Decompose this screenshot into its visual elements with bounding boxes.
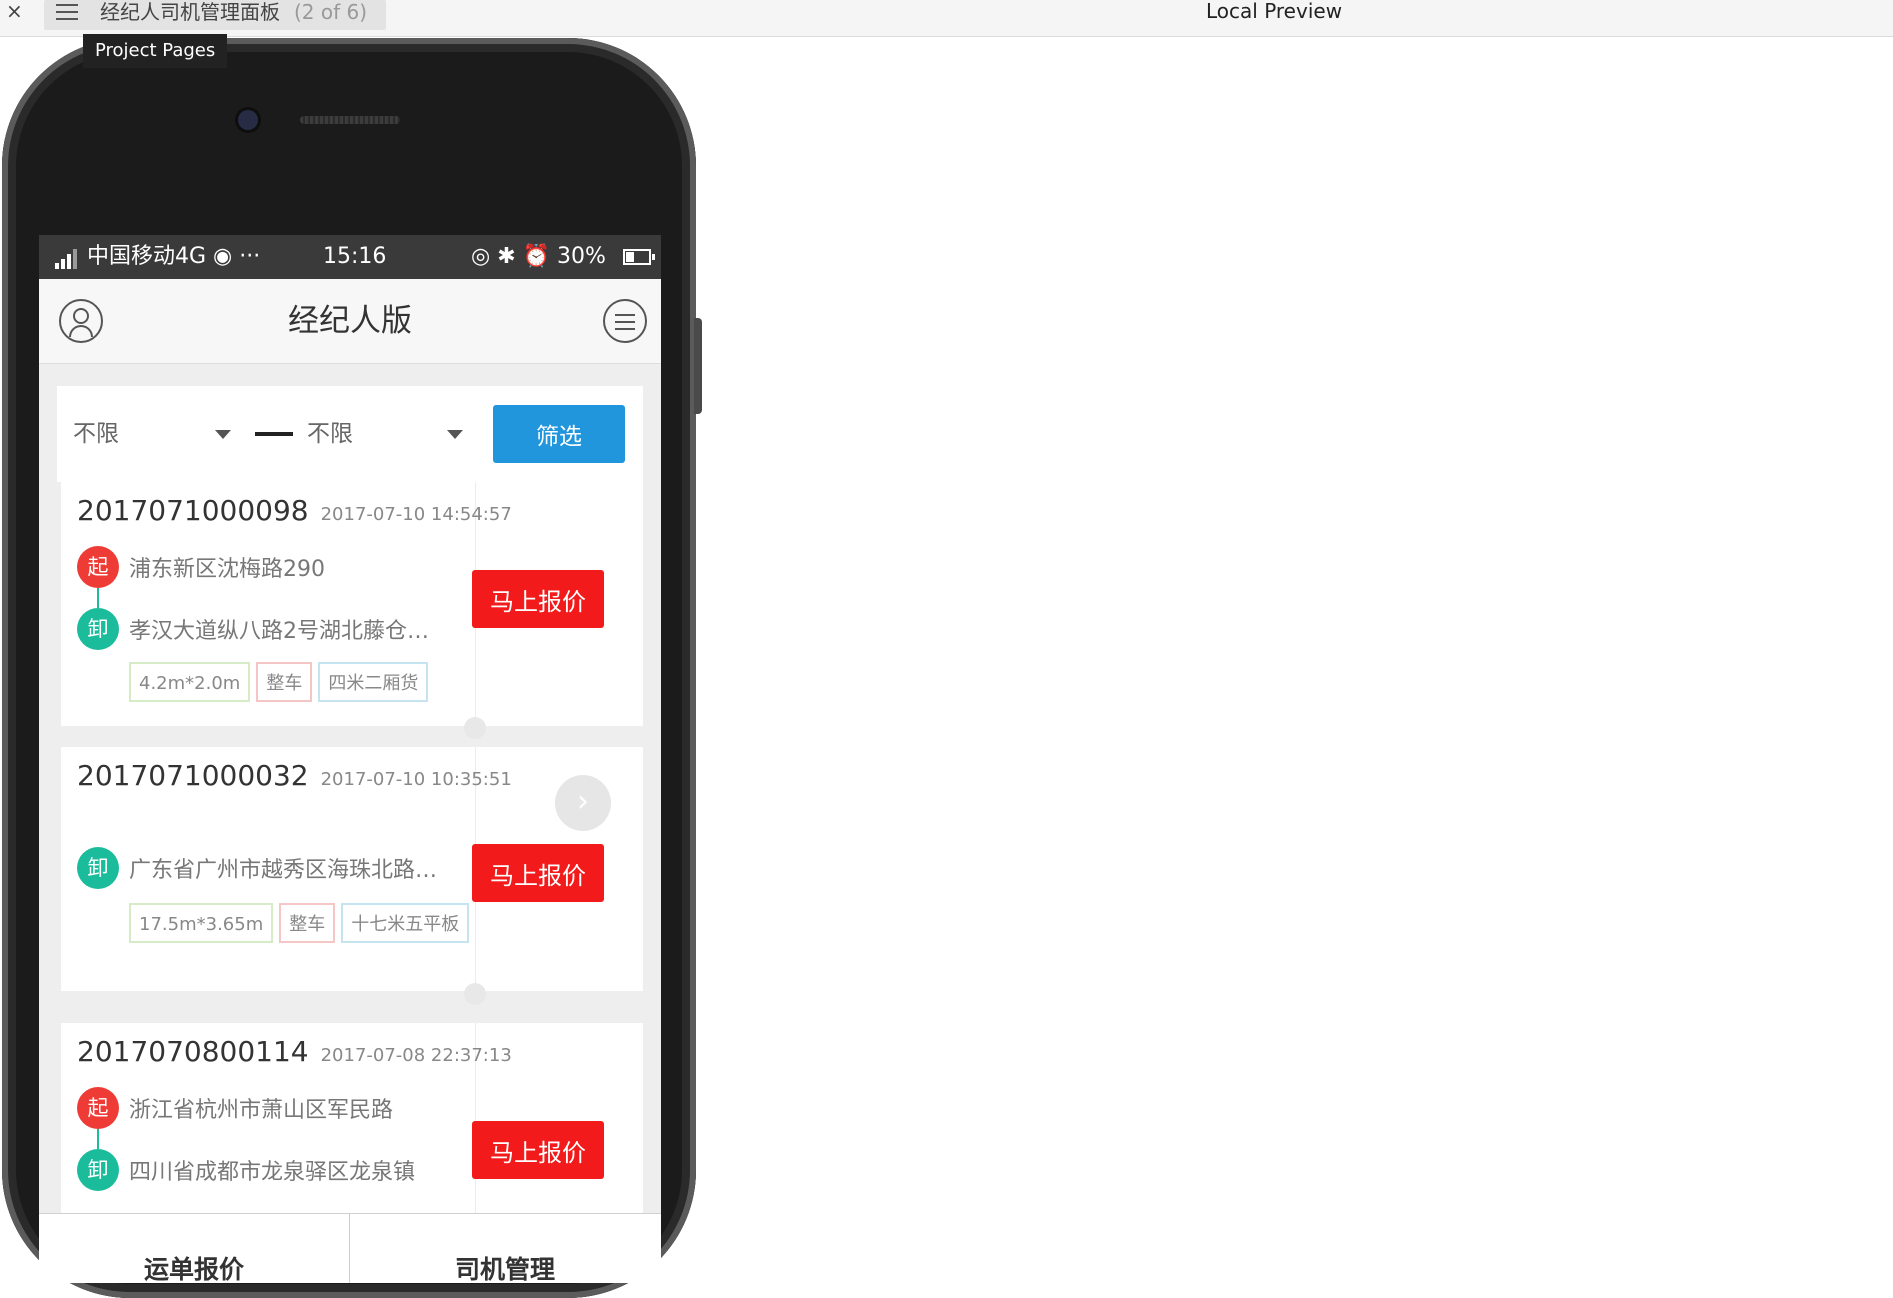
destination-select[interactable]: 不限 (307, 386, 353, 482)
quote-button[interactable]: 马上报价 (472, 844, 604, 902)
wifi-icon: ◉ (213, 244, 233, 269)
chevron-down-icon[interactable] (447, 430, 463, 439)
end-badge: 卸 (77, 847, 119, 889)
tab-driver-management[interactable]: 司机管理 (350, 1214, 660, 1283)
card-connector-knob (464, 717, 486, 739)
signal-icon (55, 247, 81, 269)
chevron-right-icon[interactable]: › (555, 775, 611, 831)
size-tag: 4.2m*2.0m (129, 662, 251, 702)
speaker-grille (300, 116, 400, 124)
order-number: 2017070800114 2017-07-08 22:37:13 (77, 1035, 512, 1068)
battery-percent: 30% (557, 244, 606, 269)
route-filter: 不限 不限 筛选 (57, 386, 643, 482)
camera-icon (238, 110, 258, 130)
preview-title: Local Preview (1206, 0, 1343, 23)
battery-icon (623, 249, 655, 265)
page-title: 经纪人版 (288, 303, 412, 339)
quote-button[interactable]: 马上报价 (472, 570, 604, 628)
load-type-tag: 整车 (256, 662, 313, 702)
order-number: 2017071000098 2017-07-10 14:54:57 (77, 494, 512, 527)
tab-count: (2 of 6) (294, 0, 368, 24)
status-icons: ◎ ✱ ⏰ 30% (471, 235, 606, 279)
bottom-tab-bar: 运单报价 司机管理 (39, 1213, 661, 1283)
chevron-down-icon[interactable] (215, 430, 231, 439)
status-bar: 中国移动4G ◉ ··· 15:16 ◎ ✱ ⏰ 30% (39, 235, 661, 279)
order-time: 2017-07-10 14:54:57 (320, 504, 512, 525)
app-header: 经纪人版 (39, 279, 661, 364)
tab-title: 经纪人司机管理面板 (2 of 6) (100, 0, 368, 24)
order-tags: 17.5m*3.65m 整车 十七米五平板 (129, 903, 475, 945)
preview-toolbar: × 经纪人司机管理面板 (2 of 6) Local Preview (0, 0, 1893, 37)
end-address: 广东省广州市越秀区海珠北路… (129, 858, 438, 883)
origin-select[interactable]: 不限 (73, 386, 119, 482)
menu-icon[interactable] (603, 299, 647, 343)
card-connector-knob (464, 983, 486, 1005)
end-badge: 卸 (77, 1149, 119, 1191)
phone-frame: 中国移动4G ◉ ··· 15:16 ◎ ✱ ⏰ 30% 经纪人版 不限 不限 … (2, 38, 696, 1298)
order-number: 2017071000032 2017-07-10 10:35:51 (77, 759, 512, 792)
start-address: 浦东新区沈梅路290 (129, 557, 325, 582)
end-address-row: 卸广东省广州市越秀区海珠北路… (77, 847, 437, 889)
status-time: 15:16 (323, 244, 387, 269)
order-card[interactable]: 2017071000098 2017-07-10 14:54:57 起浦东新区沈梅… (61, 482, 643, 726)
vehicle-tag: 四米二厢货 (318, 662, 429, 702)
phone-side-button (694, 318, 702, 414)
tab-order-quote[interactable]: 运单报价 (39, 1214, 350, 1283)
route-connector (97, 1129, 99, 1149)
start-badge: 起 (77, 546, 119, 588)
route-dash (255, 432, 293, 436)
location-bluetooth-alarm-icons: ◎ ✱ ⏰ (471, 244, 551, 269)
vehicle-tag: 十七米五平板 (341, 903, 470, 943)
carrier-label: 中国移动4G ◉ ··· (87, 244, 261, 269)
order-time: 2017-07-10 10:35:51 (320, 769, 512, 790)
phone-screen: 中国移动4G ◉ ··· 15:16 ◎ ✱ ⏰ 30% 经纪人版 不限 不限 … (39, 235, 661, 1283)
size-tag: 17.5m*3.65m (129, 903, 274, 943)
end-address: 孝汉大道纵八路2号湖北藤仓… (129, 619, 429, 644)
end-address-row: 卸孝汉大道纵八路2号湖北藤仓… (77, 608, 429, 650)
filter-button[interactable]: 筛选 (493, 405, 625, 463)
route-connector (97, 588, 99, 608)
project-pages-tooltip: Project Pages (83, 34, 228, 68)
load-type-tag: 整车 (279, 903, 336, 943)
more-dots: ··· (239, 244, 261, 269)
order-card[interactable]: 2017070800114 2017-07-08 22:37:13 起浙江省杭州市… (61, 1023, 643, 1267)
start-badge: 起 (77, 1087, 119, 1129)
end-address-row: 卸四川省成都市龙泉驿区龙泉镇 (77, 1149, 415, 1191)
order-card[interactable]: 2017071000032 2017-07-10 10:35:51 › 卸广东省广… (61, 747, 643, 991)
end-badge: 卸 (77, 608, 119, 650)
order-time: 2017-07-08 22:37:13 (320, 1045, 512, 1066)
order-tags: 4.2m*2.0m 整车 四米二厢货 (129, 662, 434, 704)
close-icon[interactable]: × (6, 0, 23, 24)
end-address: 四川省成都市龙泉驿区龙泉镇 (129, 1160, 416, 1185)
start-address-row: 起浙江省杭州市萧山区军民路 (77, 1087, 393, 1129)
start-address: 浙江省杭州市萧山区军民路 (129, 1098, 394, 1123)
start-address-row: 起浦东新区沈梅路290 (77, 546, 325, 588)
hamburger-menu-icon[interactable] (56, 4, 78, 20)
page-tab[interactable]: 经纪人司机管理面板 (2 of 6) (44, 0, 386, 30)
quote-button[interactable]: 马上报价 (472, 1121, 604, 1179)
